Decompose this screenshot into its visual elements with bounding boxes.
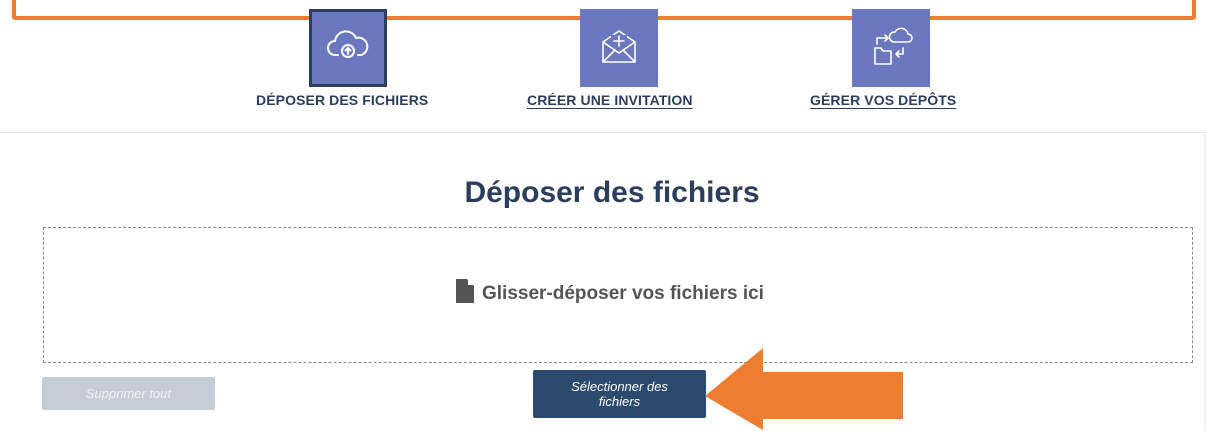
- annotation-arrow-icon: [705, 348, 903, 430]
- dropzone-label: Glisser-déposer vos fichiers ici: [456, 279, 764, 309]
- cloud-upload-icon: [327, 28, 369, 69]
- select-files-button[interactable]: Sélectionner des fichiers: [533, 370, 706, 418]
- nav-tile-upload[interactable]: [309, 9, 387, 87]
- page-title: Déposer des fichiers: [464, 176, 760, 209]
- nav-item-manage[interactable]: GÉRER VOS DÉPÔTS: [810, 92, 956, 108]
- delete-all-button[interactable]: Supprimer tout: [42, 377, 215, 410]
- file-icon: [456, 279, 474, 309]
- nav-item-invitation[interactable]: CRÉER UNE INVITATION: [527, 92, 693, 108]
- cloud-transfer-icon: [869, 24, 913, 73]
- nav-tile-invitation[interactable]: [580, 9, 658, 87]
- dropzone-text: Glisser-déposer vos fichiers ici: [482, 283, 764, 304]
- nav-item-upload[interactable]: DÉPOSER DES FICHIERS: [256, 92, 428, 108]
- select-files-label: Sélectionner des fichiers: [571, 379, 668, 409]
- mail-plus-icon: [599, 26, 639, 71]
- nav-tile-manage[interactable]: [852, 9, 930, 87]
